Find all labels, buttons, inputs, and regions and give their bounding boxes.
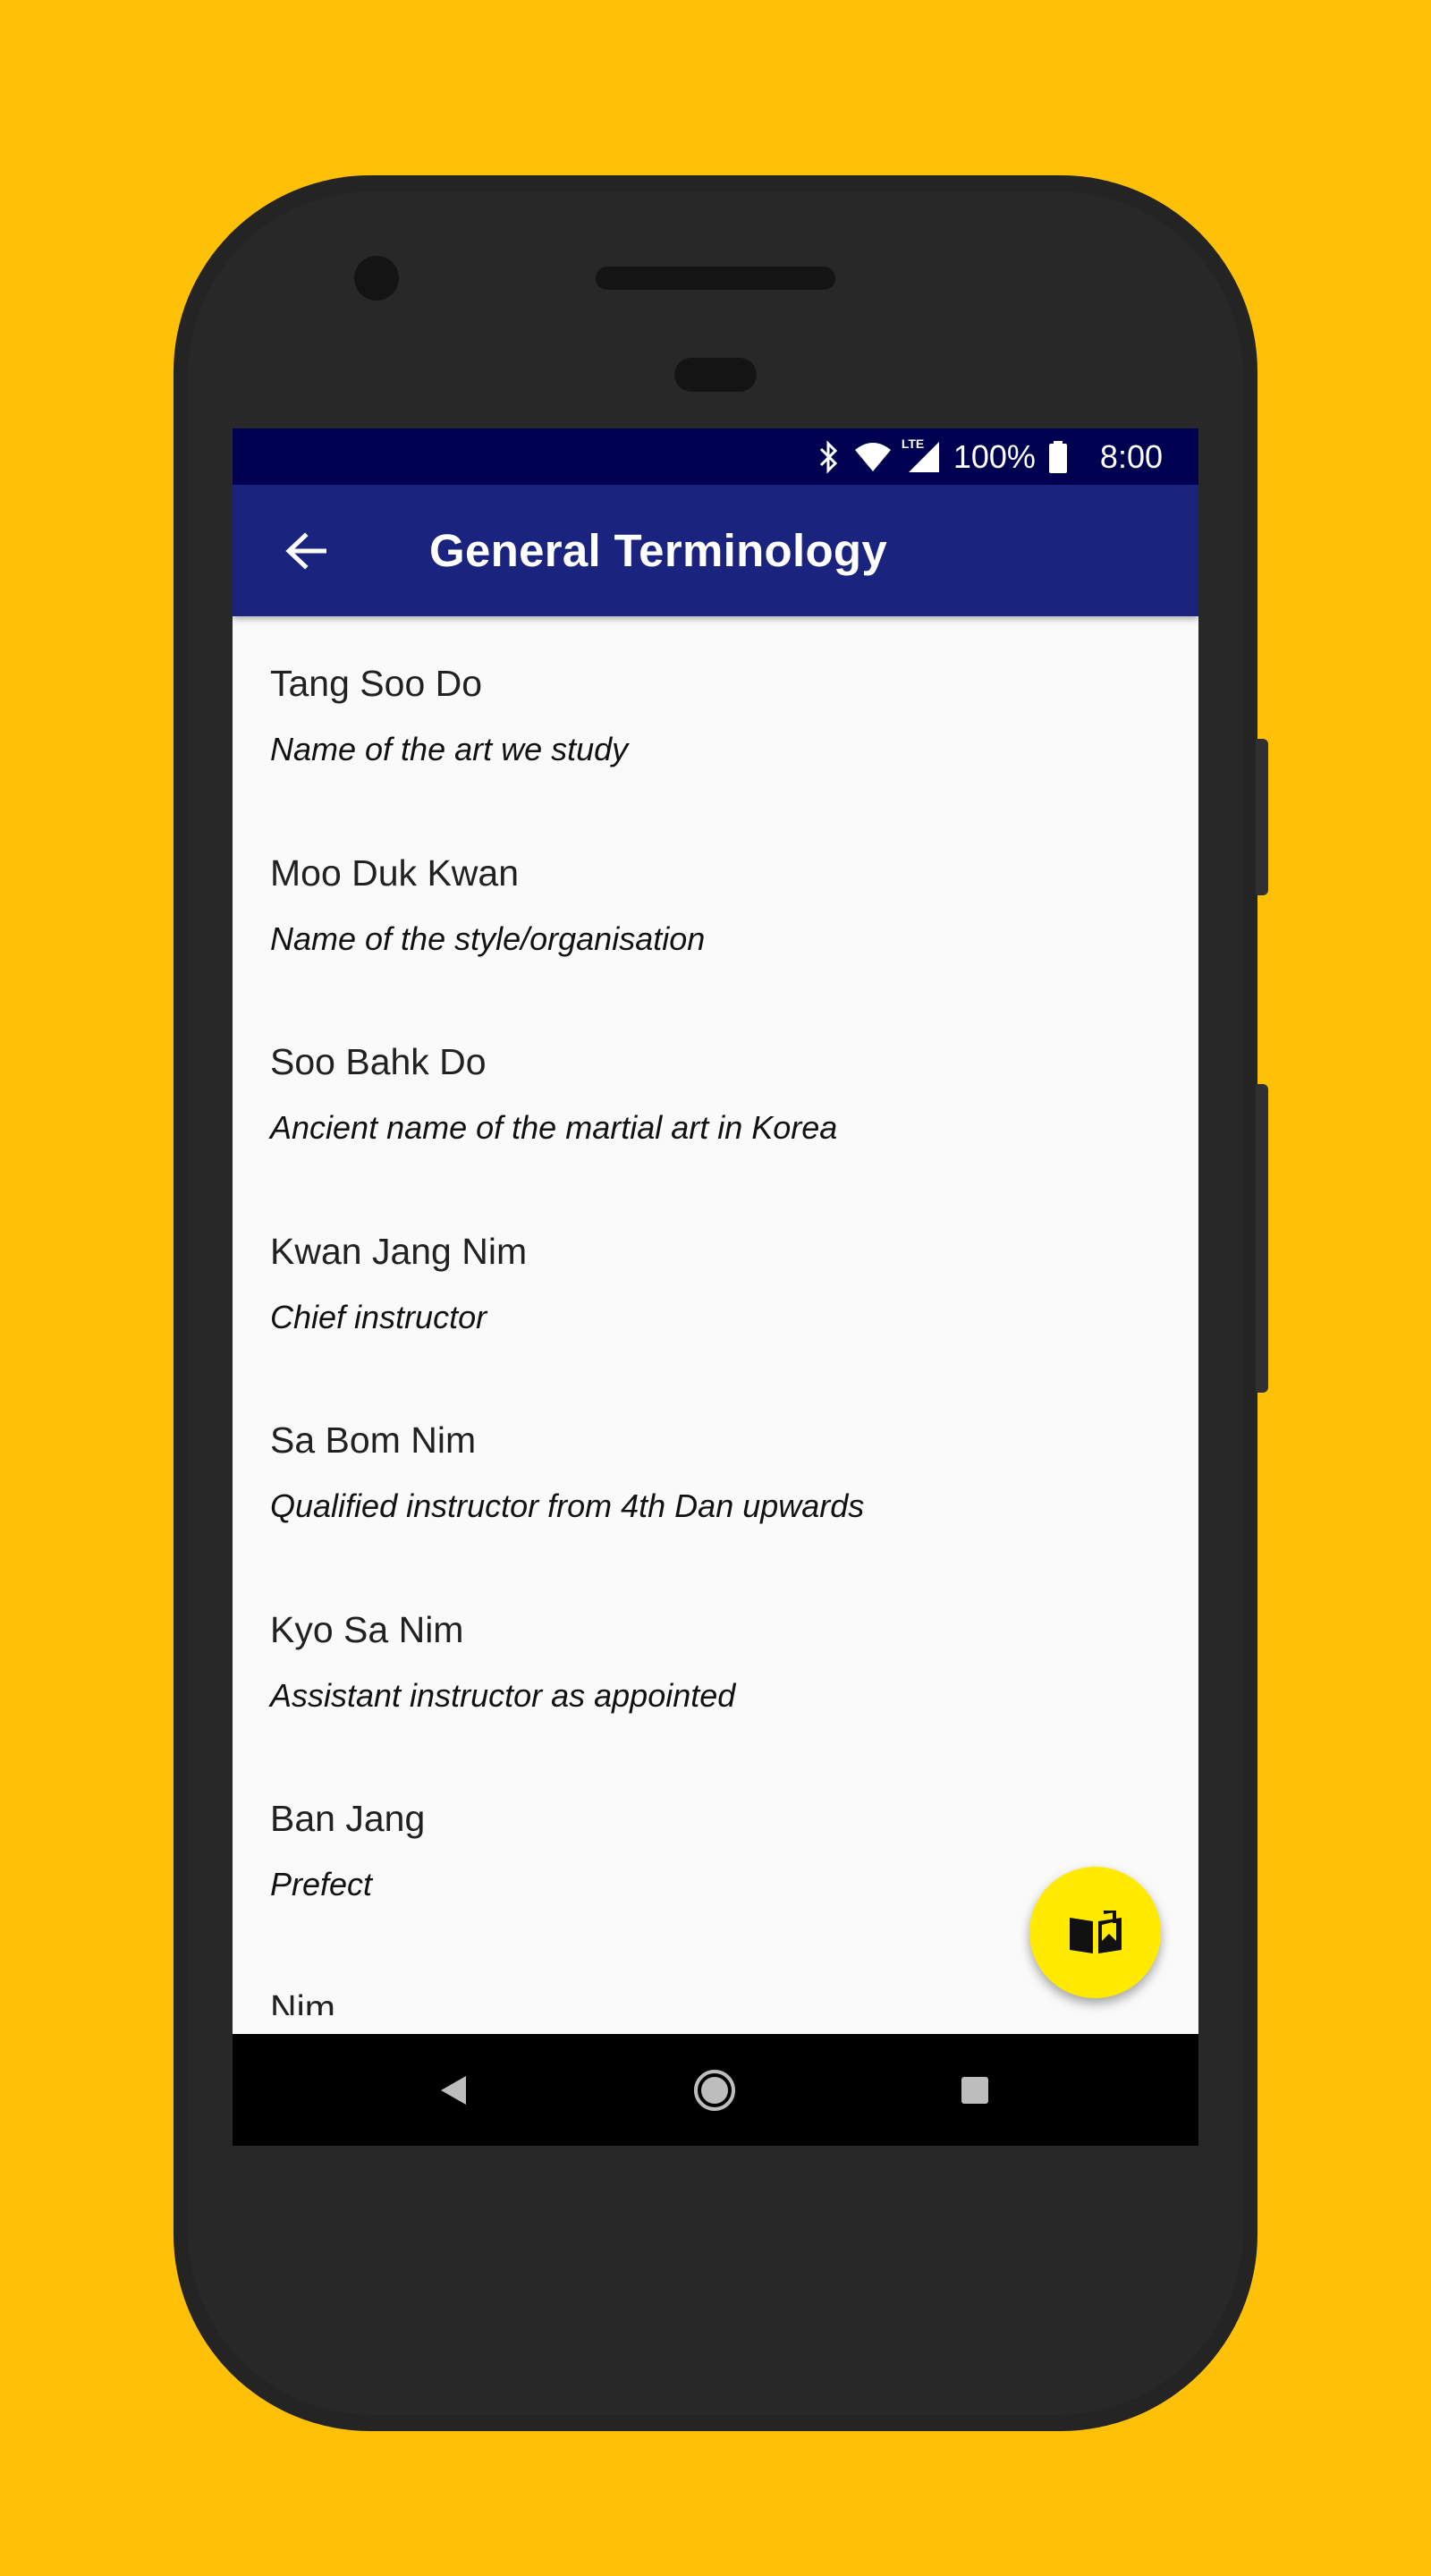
term-name: Soo Bahk Do [270,1041,487,1082]
page-title: General Terminology [429,525,888,576]
battery-percent: 100% [953,437,1036,475]
list-item[interactable]: Kwan Jang Nim Chief instructor [233,1184,1198,1374]
earpiece-speaker [596,267,835,290]
back-button[interactable] [279,524,333,578]
battery-icon [1048,440,1068,474]
wifi-icon [853,441,893,473]
term-name: Tang Soo Do [270,663,483,704]
volume-button [1256,739,1268,895]
list-item[interactable]: Tang Soo Do Name of the art we study [233,616,1198,806]
nav-recents-icon [961,2076,988,2104]
screen: LTE 100% 8:00 General Terminology Tang S… [233,428,1198,2146]
power-button [1256,1084,1268,1393]
nav-recents-button[interactable] [948,2063,1002,2117]
front-camera [354,256,399,301]
clock: 8:00 [1099,437,1163,475]
term-name: Moo Duk Kwan [270,852,520,894]
term-meaning: Name of the style/organisation [270,919,706,957]
term-meaning: Ancient name of the martial art in Korea [270,1109,838,1146]
glossary-fab-button[interactable] [1029,1867,1161,1998]
list-item[interactable]: Soo Bahk Do Ancient name of the martial … [233,995,1198,1184]
proximity-sensor [674,358,757,392]
lte-signal-icon: LTE [902,436,941,474]
term-name: Sa Bom Nim [270,1419,477,1461]
app-bar: General Terminology [233,485,1198,616]
status-bar: LTE 100% 8:00 [233,428,1198,485]
nav-back-icon [441,2075,466,2105]
term-name: Nim [270,1987,335,2016]
nav-back-button[interactable] [428,2063,481,2117]
book-open-icon [1069,1910,1122,1953]
bluetooth-icon [817,439,841,474]
term-meaning: Chief instructor [270,1298,487,1335]
list-item[interactable]: Kyo Sa Nim Assistant instructor as appoi… [233,1563,1198,1752]
term-name: Ban Jang [270,1798,426,1839]
nav-home-icon [694,2069,735,2111]
term-name: Kwan Jang Nim [270,1230,528,1272]
system-nav-bar [233,2034,1198,2146]
term-name: Kyo Sa Nim [270,1608,464,1650]
list-item[interactable]: Moo Duk Kwan Name of the style/organisat… [233,806,1198,996]
lte-label: LTE [901,436,925,451]
term-meaning: Name of the art we study [270,731,629,767]
term-meaning: Qualified instructor from 4th Dan upward… [270,1487,865,1524]
term-meaning: Prefect [270,1866,373,1902]
nav-home-button[interactable] [688,2063,741,2117]
terminology-list[interactable]: Tang Soo Do Name of the art we study Moo… [233,616,1198,2015]
arrow-back-icon [285,531,326,570]
term-meaning: Assistant instructor as appointed [270,1676,736,1714]
list-item[interactable]: Sa Bom Nim Qualified instructor from 4th… [233,1373,1198,1563]
